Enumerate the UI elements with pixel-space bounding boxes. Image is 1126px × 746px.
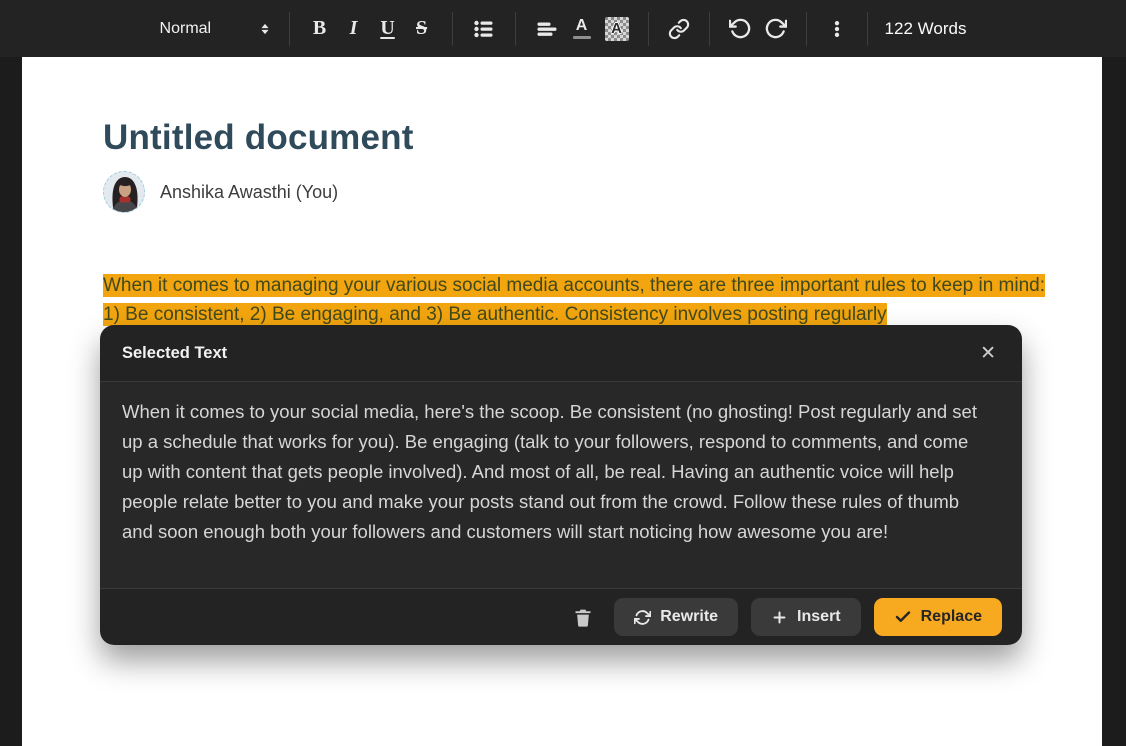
bold-button[interactable]: B bbox=[303, 9, 337, 49]
trash-icon bbox=[573, 607, 593, 628]
close-icon: ✕ bbox=[980, 343, 996, 364]
check-icon bbox=[894, 608, 912, 626]
link-icon bbox=[668, 18, 690, 40]
modal-title: Selected Text bbox=[122, 344, 227, 363]
chevron-updown-icon bbox=[258, 22, 272, 36]
highlight-color-button[interactable]: A bbox=[599, 9, 635, 49]
text-color-icon: A bbox=[573, 18, 591, 39]
rewrite-button[interactable]: Rewrite bbox=[614, 598, 738, 636]
refresh-icon bbox=[634, 609, 651, 626]
bullet-list-icon bbox=[472, 17, 496, 41]
replace-button[interactable]: Replace bbox=[874, 598, 1002, 636]
rewrite-label: Rewrite bbox=[660, 608, 718, 626]
modal-header: Selected Text ✕ bbox=[100, 325, 1022, 382]
word-count: 122 Words bbox=[881, 19, 971, 39]
delete-button[interactable] bbox=[573, 607, 593, 628]
toolbar-divider bbox=[709, 12, 710, 46]
undo-button[interactable] bbox=[723, 9, 758, 49]
text-color-button[interactable]: A bbox=[565, 9, 599, 49]
undo-icon bbox=[729, 17, 752, 40]
bold-label: B bbox=[313, 17, 326, 40]
italic-label: I bbox=[350, 17, 358, 40]
kebab-menu-icon bbox=[827, 19, 847, 39]
strikethrough-button[interactable]: S bbox=[405, 9, 439, 49]
modal-body: When it comes to your social media, here… bbox=[100, 382, 1022, 588]
highlight-color-icon: A bbox=[605, 17, 629, 41]
highlighted-text: When it comes to managing your various s… bbox=[103, 274, 1045, 326]
paragraph-style-dropdown[interactable]: Normal bbox=[156, 9, 276, 49]
alignment-button[interactable] bbox=[529, 9, 565, 49]
toolbar-divider bbox=[867, 12, 868, 46]
redo-icon bbox=[764, 17, 787, 40]
highlighted-paragraph[interactable]: When it comes to managing your various s… bbox=[103, 272, 1046, 329]
toolbar-divider bbox=[289, 12, 290, 46]
author-row: Anshika Awasthi (You) bbox=[103, 171, 1046, 213]
document-title: Untitled document bbox=[103, 118, 1046, 158]
toolbar: Normal B I U S A bbox=[0, 0, 1126, 57]
strikethrough-label: S bbox=[416, 17, 427, 40]
modal-footer: Rewrite Insert Replace bbox=[100, 588, 1022, 645]
toolbar-divider bbox=[515, 12, 516, 46]
author-avatar bbox=[103, 171, 145, 213]
redo-button[interactable] bbox=[758, 9, 793, 49]
italic-button[interactable]: I bbox=[337, 9, 371, 49]
author-name: Anshika Awasthi (You) bbox=[160, 182, 338, 203]
underline-label: U bbox=[380, 17, 394, 40]
plus-icon bbox=[771, 609, 788, 626]
selected-text-modal: Selected Text ✕ When it comes to your so… bbox=[100, 325, 1022, 645]
replace-label: Replace bbox=[921, 608, 982, 626]
bullet-list-button[interactable] bbox=[466, 9, 502, 49]
insert-label: Insert bbox=[797, 608, 841, 626]
rewritten-text: When it comes to your social media, here… bbox=[122, 401, 977, 542]
more-options-button[interactable] bbox=[820, 9, 854, 49]
insert-button[interactable]: Insert bbox=[751, 598, 861, 636]
link-button[interactable] bbox=[662, 9, 696, 49]
toolbar-divider bbox=[648, 12, 649, 46]
toolbar-divider bbox=[806, 12, 807, 46]
underline-button[interactable]: U bbox=[371, 9, 405, 49]
alignment-icon bbox=[535, 17, 559, 41]
close-button[interactable]: ✕ bbox=[980, 344, 996, 363]
paragraph-style-label: Normal bbox=[160, 20, 212, 38]
toolbar-divider bbox=[452, 12, 453, 46]
